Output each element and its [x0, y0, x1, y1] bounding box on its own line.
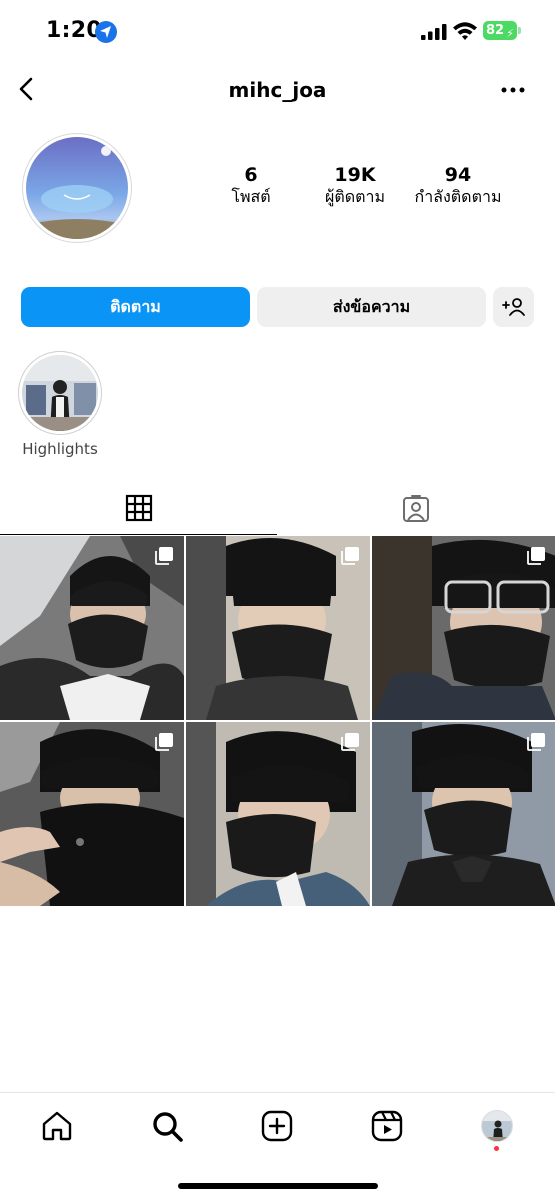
stat-posts: 6 โพสต์: [218, 164, 284, 208]
profile-tabs: [0, 483, 555, 535]
multiple-photos-icon: [155, 547, 173, 565]
stat-value: 19K: [334, 164, 376, 186]
tab-posts-grid[interactable]: [0, 483, 277, 535]
post-thumbnail[interactable]: [372, 722, 555, 906]
more-horizontal-icon[interactable]: [500, 84, 526, 96]
multiple-photos-icon: [527, 733, 545, 751]
home-indicator: [178, 1183, 378, 1189]
battery-charging-icon: 82 ⚡: [483, 21, 517, 40]
cell-signal-icon: [421, 24, 447, 40]
stat-following[interactable]: 94 กำลังติดตาม: [408, 164, 508, 208]
battery-tip: [518, 27, 521, 34]
multiple-photos-icon: [341, 733, 359, 751]
stat-label: กำลังติดตาม: [414, 187, 502, 206]
highlight-label: Highlights: [22, 440, 98, 458]
battery-level: 82: [486, 23, 505, 38]
status-time: 1:20: [46, 18, 102, 43]
stat-value: 6: [244, 164, 258, 186]
multiple-photos-icon: [155, 733, 173, 751]
profile-avatar[interactable]: [481, 1110, 513, 1142]
location-arrow-icon: [95, 21, 117, 43]
multiple-photos-icon: [341, 547, 359, 565]
profile-avatar[interactable]: [22, 133, 132, 243]
post-thumbnail[interactable]: [0, 722, 184, 906]
stat-label: ผู้ติดตาม: [324, 187, 386, 206]
posts-grid: [0, 536, 555, 907]
add-person-icon: [502, 298, 525, 316]
status-bar: 1:20 82 ⚡: [0, 0, 555, 62]
home-icon[interactable]: [40, 1109, 74, 1143]
suggested-accounts-button[interactable]: [493, 287, 534, 327]
reels-icon[interactable]: [370, 1109, 404, 1143]
profile-username: mihc_joa: [228, 78, 327, 102]
tab-tagged[interactable]: [278, 483, 555, 535]
profile-stats: 6 โพสต์ 19K ผู้ติดตาม 94 กำลังติดตาม: [200, 164, 530, 224]
multiple-photos-icon: [527, 547, 545, 565]
message-button[interactable]: ส่งข้อความ: [257, 287, 486, 327]
post-thumbnail[interactable]: [0, 536, 184, 720]
grid-icon: [125, 494, 153, 522]
create-icon[interactable]: [260, 1109, 294, 1143]
stat-label: โพสต์: [231, 187, 271, 206]
tagged-icon: [403, 495, 429, 522]
notification-dot: [494, 1146, 499, 1151]
highlight-item[interactable]: [18, 351, 102, 435]
wifi-icon: [453, 22, 477, 40]
search-icon[interactable]: [150, 1109, 184, 1143]
stat-value: 94: [444, 164, 472, 186]
post-thumbnail[interactable]: [372, 536, 555, 720]
post-thumbnail[interactable]: [186, 536, 370, 720]
post-thumbnail[interactable]: [186, 722, 370, 906]
follow-button[interactable]: ติดตาม: [21, 287, 250, 327]
stat-followers[interactable]: 19K ผู้ติดตาม: [310, 164, 400, 208]
profile-header: mihc_joa: [0, 62, 555, 118]
